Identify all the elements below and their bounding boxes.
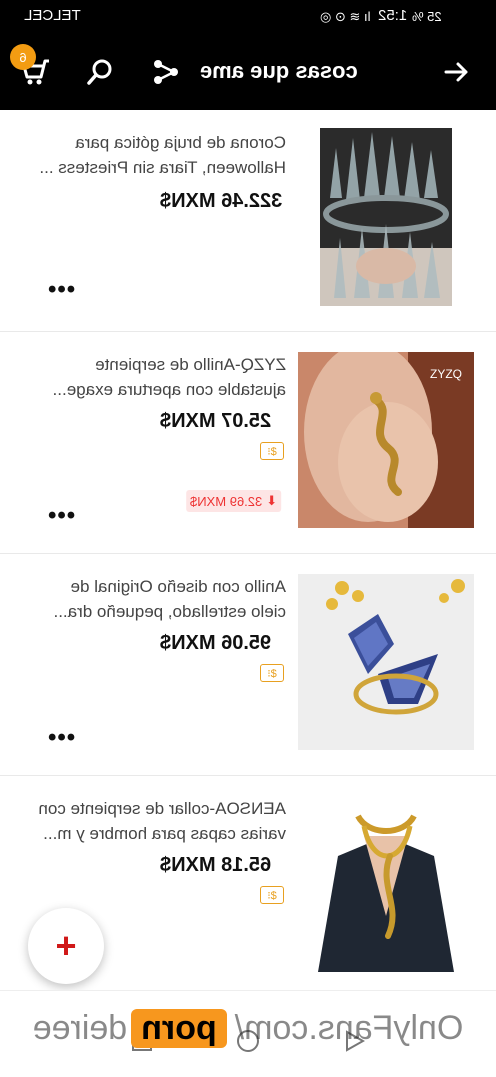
list-item[interactable]: Corona de bruja gótica para Halloween, T…	[0, 110, 496, 332]
product-price: 65.18 MXN$	[160, 854, 272, 876]
more-options-button[interactable]: •••	[48, 276, 76, 304]
product-name[interactable]: Anillo con diseño Original de cielo estr…	[14, 574, 287, 624]
coin-icon: ⁝$	[260, 886, 284, 904]
coin-icon: ⁝$	[260, 442, 284, 460]
list-item[interactable]: Anillo con diseño Original de cielo estr…	[0, 554, 496, 776]
watermark: OnlyFans.com/ porn deiree	[32, 1008, 464, 1048]
status-carrier: TELCEL	[24, 7, 81, 24]
product-image[interactable]	[320, 128, 452, 306]
product-image[interactable]: ZYZQ	[298, 352, 474, 528]
price-drop-badge: ⬇ 32.69 MXN$	[186, 490, 282, 512]
wishlist: Corona de bruja gótica para Halloween, T…	[0, 110, 496, 998]
share-icon[interactable]	[146, 52, 186, 92]
product-price: 322.46 MXN$	[160, 190, 283, 212]
product-image[interactable]	[298, 796, 474, 972]
product-price: 25.07 MXN$	[160, 410, 272, 432]
product-name[interactable]: ZYZQ-Anillo de serpiente ajustable con a…	[14, 352, 286, 402]
more-options-button[interactable]: •••	[48, 724, 76, 752]
add-button[interactable]: +	[28, 908, 104, 984]
product-image[interactable]	[298, 574, 474, 750]
status-time: 1:52	[378, 7, 408, 24]
app-header: cosas que ame	[0, 32, 496, 110]
status-battery: 25 %	[412, 9, 442, 24]
svg-text:ZYZQ: ZYZQ	[430, 367, 462, 381]
search-icon[interactable]	[80, 52, 120, 92]
status-icons: ◎ ⊙ ≋ ıl	[320, 9, 371, 24]
product-name[interactable]: Corona de bruja gótica para Halloween, T…	[14, 130, 286, 180]
back-arrow-icon[interactable]	[436, 52, 476, 92]
list-item[interactable]: ZYZQ-Anillo de serpiente ajustable con a…	[0, 332, 496, 554]
cart-badge: 6	[10, 44, 36, 70]
product-price: 95.06 MXN$	[160, 632, 272, 654]
product-name[interactable]: AENSOA-collar de serpiente con varias ca…	[14, 796, 286, 846]
page-title: cosas que ame	[200, 58, 358, 83]
down-arrow-icon: ⬇	[266, 493, 278, 508]
more-options-button[interactable]: •••	[48, 502, 76, 530]
coin-icon: ⁝$	[260, 664, 284, 682]
status-bar: TELCEL 1:52 25 % ◎ ⊙ ≋ ıl	[0, 0, 496, 32]
